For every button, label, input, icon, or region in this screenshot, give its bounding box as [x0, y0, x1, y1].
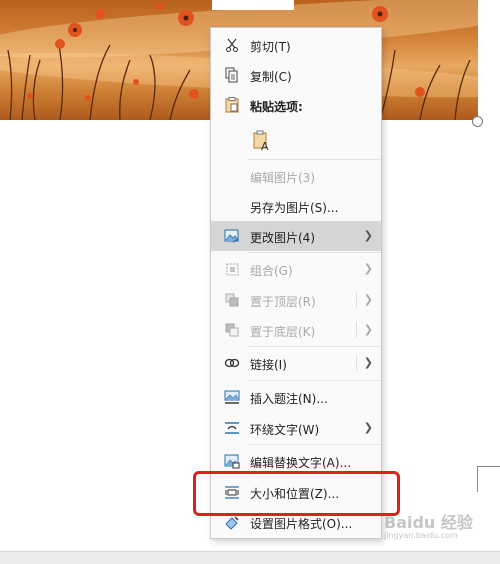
annotation-highlight-box: [193, 471, 400, 516]
chevron-right-icon[interactable]: ❯: [364, 323, 373, 336]
menu-item-label: 更改图片(4): [250, 231, 315, 245]
bring-front-icon: [223, 292, 241, 308]
menu-separator: [247, 252, 381, 253]
paste-text-only-icon: A: [251, 130, 273, 152]
resize-handle-icon[interactable]: [472, 116, 483, 127]
menu-item-label: 插入题注(N)...: [250, 392, 328, 406]
chevron-right-icon[interactable]: ❯: [364, 293, 373, 306]
picture-top-gap: [212, 0, 294, 10]
menu-item-copy[interactable]: 复制(C): [211, 60, 381, 90]
copy-icon: [223, 67, 241, 83]
menu-item-insert-caption[interactable]: 插入题注(N)...: [211, 382, 381, 412]
wrap-text-icon: [223, 420, 241, 436]
menu-item-label: 编辑替换文字(A)...: [250, 456, 352, 470]
menu-item-cut[interactable]: 剪切(T): [211, 30, 381, 60]
menu-item-group[interactable]: 组合(G) ❯: [211, 254, 381, 284]
menu-item-label: 另存为图片(S)...: [250, 201, 339, 215]
split-divider: [356, 322, 357, 338]
group-icon: [223, 261, 241, 277]
menu-separator: [247, 444, 381, 445]
menu-item-link[interactable]: 链接(I) ❯: [211, 348, 381, 378]
chevron-right-icon: ❯: [363, 262, 373, 275]
page-corner-mark: [477, 466, 500, 467]
menu-item-save-as-picture[interactable]: 另存为图片(S)...: [211, 191, 381, 221]
chevron-right-icon[interactable]: ❯: [364, 356, 373, 369]
menu-item-label: 设置图片格式(O)...: [250, 517, 353, 531]
watermark-brand: Baidu 经验: [384, 513, 473, 532]
menu-item-label: 编辑图片(3): [250, 171, 315, 185]
menu-item-label: 剪切(T): [250, 40, 291, 54]
menu-item-bring-to-front[interactable]: 置于顶层(R) ❯: [211, 285, 381, 315]
chevron-right-icon: ❯: [363, 229, 373, 242]
split-divider: [356, 355, 357, 371]
menu-item-change-picture[interactable]: 更改图片(4) ❯: [211, 221, 381, 251]
split-divider: [356, 292, 357, 308]
watermark-url: jingyan.baidu.com: [384, 531, 458, 540]
clipboard-icon: [223, 97, 241, 113]
svg-text:A: A: [261, 140, 269, 152]
change-picture-icon: [223, 228, 241, 244]
watermark: Baidu 经验 jingyan.baidu.com: [384, 509, 473, 540]
menu-item-label: 置于底层(K): [250, 325, 316, 339]
paste-option-text-only[interactable]: A: [211, 124, 381, 158]
menu-item-send-to-back[interactable]: 置于底层(K) ❯: [211, 315, 381, 345]
menu-separator: [247, 159, 381, 160]
menu-item-label: 组合(G): [250, 264, 293, 278]
menu-item-paste-options: 粘贴选项:: [211, 90, 381, 120]
menu-separator: [247, 346, 381, 347]
menu-item-wrap-text[interactable]: 环绕文字(W) ❯: [211, 413, 381, 443]
alt-text-icon: [223, 453, 241, 469]
menu-item-label: 链接(I): [250, 358, 287, 372]
page-corner-mark: [477, 466, 478, 492]
menu-item-label: 置于顶层(R): [250, 295, 316, 309]
status-bar-strip: [0, 551, 500, 564]
menu-item-label: 环绕文字(W): [250, 423, 320, 437]
menu-item-label: 复制(C): [250, 70, 292, 84]
insert-caption-icon: [223, 389, 241, 405]
menu-separator: [247, 380, 381, 381]
context-menu: 剪切(T) 复制(C) 粘贴选项: A 编辑图片(3) 另存为图片(S)... …: [210, 27, 382, 539]
chevron-right-icon: ❯: [363, 421, 373, 434]
link-icon: [223, 355, 241, 371]
send-back-icon: [223, 322, 241, 338]
menu-item-label: 粘贴选项:: [250, 100, 303, 114]
format-picture-icon: [223, 514, 241, 530]
menu-item-edit-picture[interactable]: 编辑图片(3): [211, 161, 381, 191]
scissors-icon: [223, 37, 241, 53]
